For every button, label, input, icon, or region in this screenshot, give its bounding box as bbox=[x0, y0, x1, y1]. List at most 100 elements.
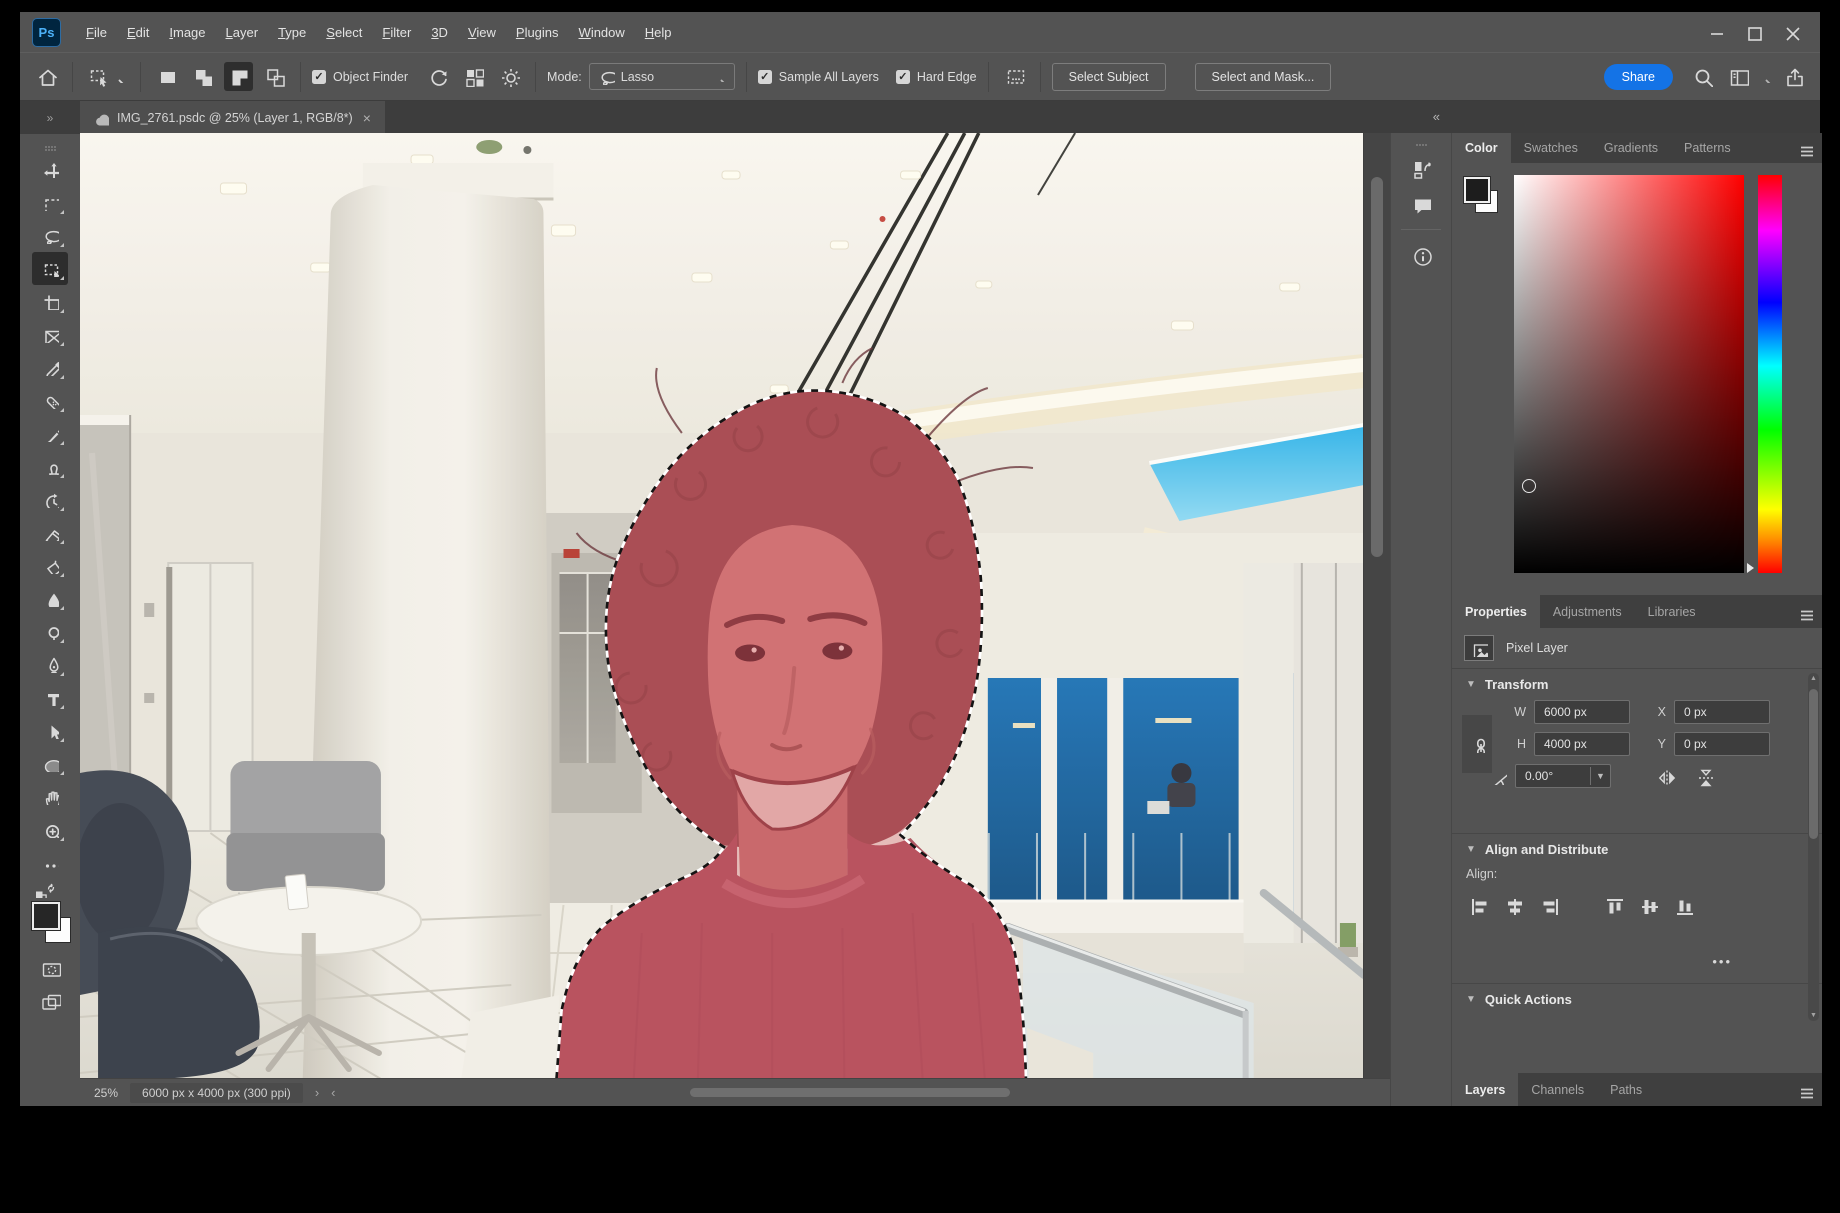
menu-item[interactable]: Edit bbox=[117, 21, 159, 44]
properties-panel-tab[interactable]: Properties bbox=[1452, 595, 1540, 628]
hue-slider[interactable] bbox=[1758, 175, 1782, 573]
align-top-button[interactable] bbox=[1603, 895, 1624, 916]
share-button[interactable]: Share bbox=[1604, 64, 1673, 90]
hard-edge-checkbox[interactable]: ✓ Hard Edge bbox=[896, 70, 977, 84]
link-dimensions-button[interactable] bbox=[1462, 715, 1492, 773]
zoom-tool[interactable] bbox=[32, 813, 68, 846]
maximize-button[interactable] bbox=[1736, 19, 1770, 45]
panel-menu-icon[interactable] bbox=[1796, 1081, 1813, 1098]
document-tab[interactable]: IMG_2761.psdc @ 25% (Layer 1, RGB/8*) × bbox=[80, 101, 385, 134]
properties-panel-tab[interactable]: Adjustments bbox=[1540, 595, 1635, 628]
history-brush-tool[interactable] bbox=[32, 483, 68, 516]
menu-item[interactable]: Layer bbox=[216, 21, 269, 44]
layers-panel-tab[interactable]: Channels bbox=[1518, 1073, 1597, 1106]
workspace-switcher-icon[interactable] bbox=[1724, 62, 1753, 91]
clone-stamp-tool[interactable] bbox=[32, 450, 68, 483]
intersect-selection-button[interactable] bbox=[260, 62, 289, 91]
width-field[interactable]: 6000 px bbox=[1534, 700, 1630, 724]
document-info[interactable]: 6000 px x 4000 px (300 ppi) bbox=[130, 1083, 303, 1103]
object-selection-tool[interactable] bbox=[32, 252, 68, 285]
color-panel-tab[interactable]: Color bbox=[1452, 133, 1511, 163]
layers-panel-tab[interactable]: Paths bbox=[1597, 1073, 1655, 1106]
close-button[interactable] bbox=[1774, 19, 1808, 45]
dock-collapse[interactable]: « bbox=[1433, 109, 1438, 124]
scrollbar-thumb[interactable] bbox=[1371, 177, 1383, 557]
y-field[interactable]: 0 px bbox=[1674, 732, 1770, 756]
new-selection-button[interactable] bbox=[152, 62, 181, 91]
menu-item[interactable]: 3D bbox=[421, 21, 458, 44]
saturation-brightness-field[interactable] bbox=[1514, 175, 1744, 573]
color-panel-tab[interactable]: Patterns bbox=[1671, 133, 1744, 163]
color-picker-handle[interactable] bbox=[1522, 479, 1536, 493]
align-header[interactable]: ▼ Align and Distribute bbox=[1466, 842, 1808, 857]
menu-item[interactable]: Image bbox=[159, 21, 215, 44]
comment-icon[interactable] bbox=[1403, 187, 1439, 221]
quick-actions-header[interactable]: ▼ Quick Actions bbox=[1466, 992, 1808, 1007]
quick-mask-button[interactable] bbox=[32, 952, 68, 985]
canvas[interactable] bbox=[80, 133, 1390, 1078]
align-right-button[interactable] bbox=[1538, 895, 1559, 916]
subtract-from-selection-button[interactable] bbox=[224, 62, 253, 91]
align-more-button[interactable]: ••• bbox=[1712, 954, 1732, 969]
layers-panel-tab[interactable]: Layers bbox=[1452, 1073, 1518, 1106]
properties-panel-tab[interactable]: Libraries bbox=[1635, 595, 1709, 628]
menu-item[interactable]: Window bbox=[569, 21, 635, 44]
rectangular-marquee-tool[interactable] bbox=[32, 186, 68, 219]
sample-all-layers-checkbox[interactable]: ✓ Sample All Layers bbox=[758, 70, 879, 84]
scrollbar-thumb[interactable] bbox=[1809, 689, 1818, 839]
scroll-down-icon[interactable]: ▼ bbox=[1808, 1012, 1819, 1019]
select-subject-button[interactable]: Select Subject bbox=[1052, 63, 1166, 91]
path-selection-tool[interactable] bbox=[32, 714, 68, 747]
search-icon[interactable] bbox=[1688, 62, 1717, 91]
sampling-options-button[interactable] bbox=[1000, 62, 1029, 91]
menu-item[interactable]: Help bbox=[635, 21, 682, 44]
eyedropper-tool[interactable] bbox=[32, 351, 68, 384]
select-and-mask-button[interactable]: Select and Mask... bbox=[1195, 63, 1332, 91]
properties-scrollbar[interactable]: ▲ ▼ bbox=[1808, 673, 1819, 1021]
spot-healing-brush-tool[interactable] bbox=[32, 384, 68, 417]
panel-menu-icon[interactable] bbox=[1796, 603, 1813, 620]
flip-vertical-button[interactable] bbox=[1694, 766, 1715, 787]
info-icon[interactable] bbox=[1403, 238, 1439, 272]
eraser-tool[interactable] bbox=[32, 516, 68, 549]
rotation-dropdown[interactable]: 0.00° ▼ bbox=[1515, 764, 1611, 788]
flip-horizontal-button[interactable] bbox=[1655, 766, 1676, 787]
crop-tool[interactable] bbox=[32, 285, 68, 318]
color-panel-tab[interactable]: Swatches bbox=[1511, 133, 1591, 163]
align-left-button[interactable] bbox=[1468, 895, 1489, 916]
align-horizontal-center-button[interactable] bbox=[1503, 895, 1524, 916]
x-field[interactable]: 0 px bbox=[1674, 700, 1770, 724]
hue-slider-handle[interactable] bbox=[1747, 563, 1754, 573]
export-as-icon[interactable] bbox=[1403, 151, 1439, 185]
object-finder-checkbox[interactable]: ✓ Object Finder bbox=[312, 70, 408, 84]
minimize-button[interactable] bbox=[1698, 19, 1732, 45]
panel-menu-icon[interactable] bbox=[1796, 140, 1813, 157]
align-bottom-button[interactable] bbox=[1673, 895, 1694, 916]
hand-tool[interactable] bbox=[32, 780, 68, 813]
chevron-down-icon[interactable] bbox=[1760, 71, 1772, 83]
canvas-scrollbar-vertical[interactable] bbox=[1363, 133, 1390, 1078]
menu-item[interactable]: Select bbox=[316, 21, 372, 44]
show-all-objects-button[interactable] bbox=[459, 62, 488, 91]
refresh-object-finder-button[interactable] bbox=[423, 62, 452, 91]
height-field[interactable]: 4000 px bbox=[1534, 732, 1630, 756]
screen-mode-button[interactable] bbox=[32, 985, 68, 1018]
tab-close-icon[interactable]: × bbox=[361, 110, 373, 126]
rotation-field[interactable]: 0.00° bbox=[1516, 765, 1590, 787]
object-finder-settings-button[interactable] bbox=[495, 62, 524, 91]
dock-grip[interactable] bbox=[1409, 135, 1433, 147]
toolbar-collapse[interactable]: » bbox=[20, 101, 80, 134]
align-vertical-center-button[interactable] bbox=[1638, 895, 1659, 916]
menu-item[interactable]: File bbox=[76, 21, 117, 44]
dodge-tool[interactable] bbox=[32, 615, 68, 648]
menu-item[interactable]: View bbox=[458, 21, 506, 44]
menu-item[interactable]: Type bbox=[268, 21, 316, 44]
menu-item[interactable]: Filter bbox=[372, 21, 421, 44]
swap-colors-icon[interactable] bbox=[33, 881, 67, 898]
foreground-color-swatch[interactable] bbox=[1464, 177, 1490, 203]
pen-tool[interactable] bbox=[32, 648, 68, 681]
type-tool[interactable] bbox=[32, 681, 68, 714]
brush-tool[interactable] bbox=[32, 417, 68, 450]
status-prev-icon[interactable]: ‹ bbox=[331, 1085, 335, 1100]
canvas-scrollbar-horizontal[interactable] bbox=[690, 1088, 1010, 1097]
